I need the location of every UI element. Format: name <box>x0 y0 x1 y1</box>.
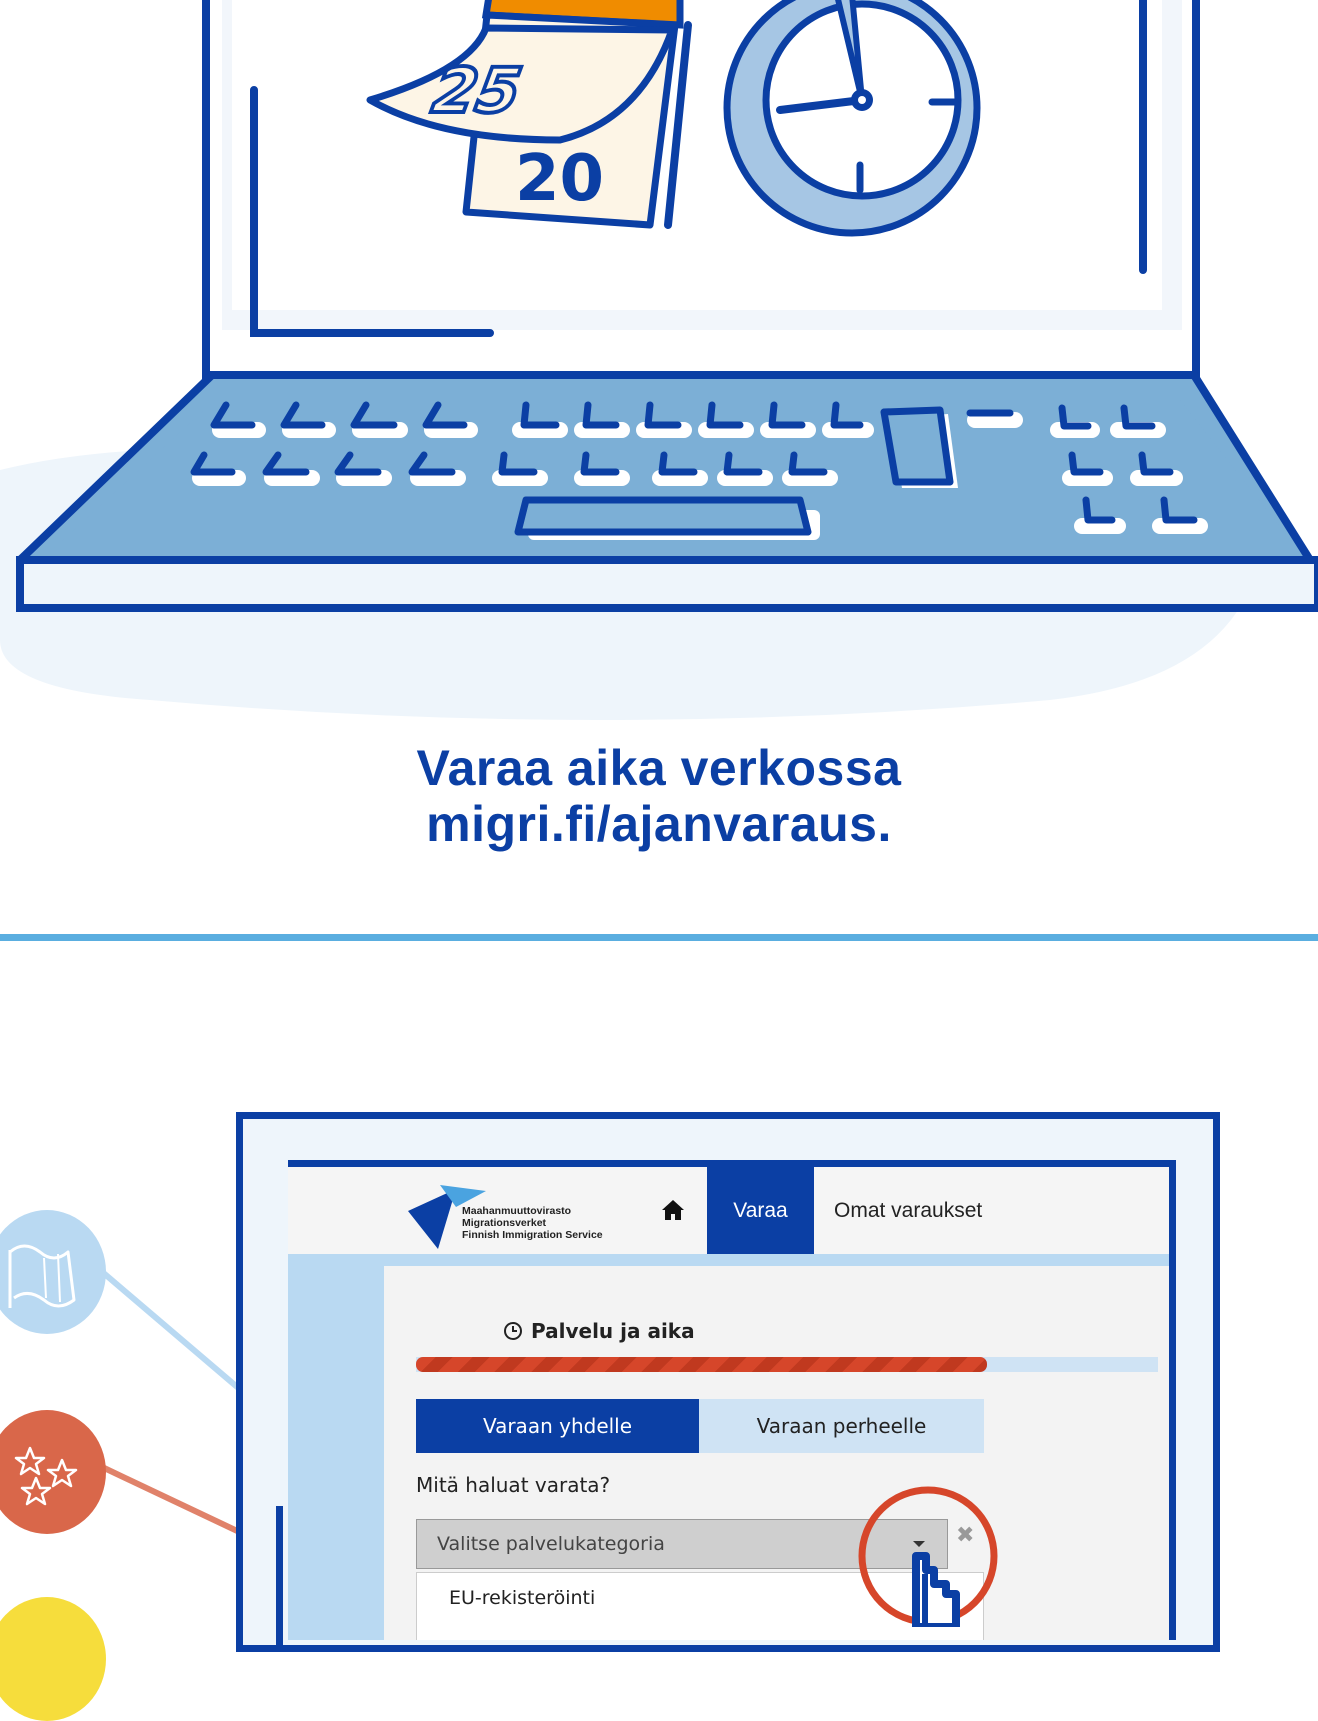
top-navigation: Maahanmuuttovirasto Migrationsverket Fin… <box>288 1167 1169 1254</box>
logo-line-2: Migrationsverket <box>462 1217 547 1229</box>
tab-book[interactable]: Varaa <box>707 1167 814 1254</box>
nav-underline <box>288 1254 1169 1266</box>
laptop-base <box>16 556 1318 612</box>
highlight-overlay <box>858 1486 998 1627</box>
progress-fill <box>416 1357 988 1372</box>
step-title: Palvelu ja aika <box>503 1319 695 1343</box>
progress-bar <box>416 1357 1158 1372</box>
logo-text: Maahanmuuttovirasto Migrationsverket Fin… <box>462 1205 603 1241</box>
eu-stars-icon <box>14 1446 78 1506</box>
book-for-family-button[interactable]: Varaan perheelle <box>699 1399 984 1453</box>
left-gutter <box>288 1266 384 1640</box>
tab-my-bookings[interactable]: Omat varaukset <box>834 1167 982 1254</box>
flag-category-badge <box>0 1210 106 1334</box>
frame-accent-line <box>276 1506 283 1646</box>
section-divider <box>0 934 1318 941</box>
select-placeholder: Valitse palvelukategoria <box>437 1533 665 1555</box>
dropdown-option[interactable]: EU-rekisteröinti <box>449 1587 595 1609</box>
home-icon[interactable] <box>660 1197 686 1223</box>
clock-illustration-icon <box>723 0 981 237</box>
calendar-top-number: 25 <box>428 54 527 126</box>
logo-line-1: Maahanmuuttovirasto <box>462 1205 572 1217</box>
logo-line-3: Finnish Immigration Service <box>462 1229 603 1241</box>
service-question-label: Mitä haluat varata? <box>416 1473 611 1497</box>
pointer-hand-icon <box>912 1552 960 1627</box>
flag-icon <box>8 1244 76 1308</box>
clock-icon <box>504 1322 522 1340</box>
calendar-back-number: 20 <box>515 142 604 216</box>
step-title-text: Palvelu ja aika <box>531 1319 695 1343</box>
book-for-one-button[interactable]: Varaan yhdelle <box>416 1399 699 1453</box>
booking-app-screen: Maahanmuuttovirasto Migrationsverket Fin… <box>288 1160 1176 1640</box>
stars-category-badge <box>0 1410 106 1534</box>
headline-line-1: Varaa aika verkossa <box>416 740 902 796</box>
headline-line-2: migri.fi/ajanvaraus. <box>426 796 892 852</box>
